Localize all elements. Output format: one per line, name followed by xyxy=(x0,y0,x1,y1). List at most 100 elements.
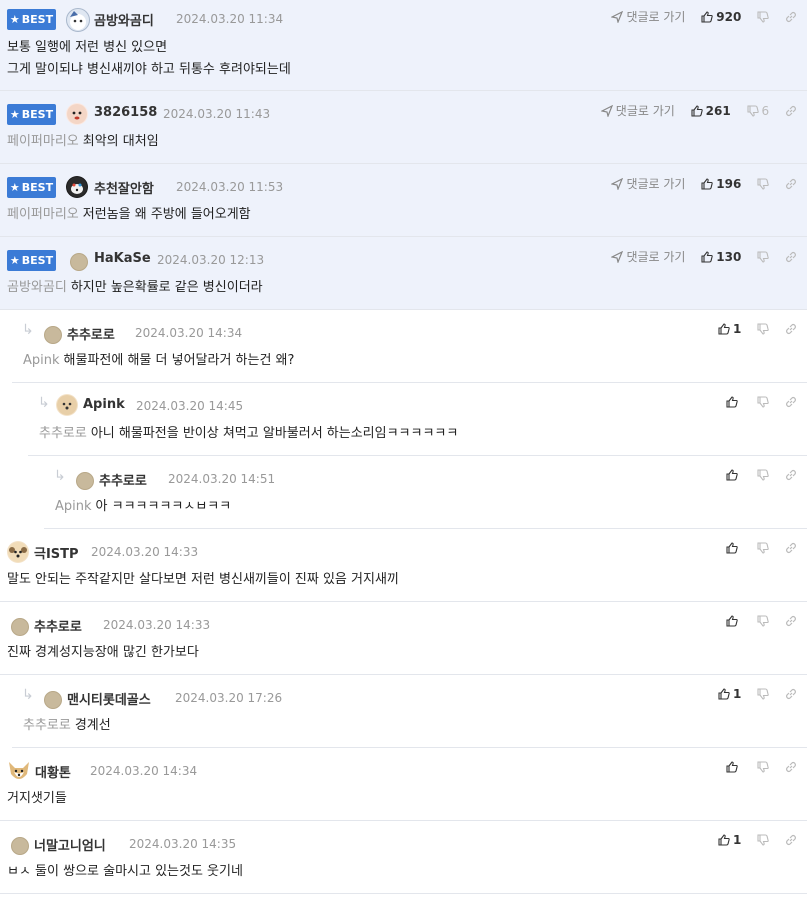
nickname[interactable]: 대황톤 xyxy=(35,762,71,781)
reply-item: ↳ Apink 2024.03.20 14:45 추추로로 아니 해물파전을 반이… xyxy=(28,383,807,456)
mention-nickname[interactable]: 추추로로 xyxy=(39,426,87,441)
like-button[interactable]: 130 xyxy=(701,250,741,264)
comment-item: 추추로로 2024.03.20 14:33 진짜 경계성지능장애 많긴 한가보다 xyxy=(0,602,807,675)
like-button[interactable]: 196 xyxy=(701,177,741,191)
link-icon xyxy=(786,615,796,626)
thumbs-down-icon xyxy=(757,541,769,554)
share-link-button[interactable] xyxy=(785,542,797,554)
dislike-button[interactable]: 6 xyxy=(746,104,769,118)
avatar[interactable] xyxy=(11,837,29,855)
like-button[interactable] xyxy=(726,614,741,627)
reply-item: ↳ 맨시티롯데골스 2024.03.20 17:26 1 추추로로 경계선 xyxy=(12,675,807,748)
thumbs-down-icon xyxy=(757,687,769,700)
like-button[interactable] xyxy=(726,468,741,481)
thumbs-down-icon xyxy=(757,760,769,773)
go-to-reply-link[interactable]: 댓글로 가기 xyxy=(600,102,675,119)
comment-date: 2024.03.20 14:45 xyxy=(136,399,244,413)
share-link-button[interactable] xyxy=(785,761,797,773)
avatar[interactable] xyxy=(11,618,29,636)
thumbs-up-icon xyxy=(726,614,739,627)
nickname[interactable]: 추천잘안함 xyxy=(94,178,154,197)
like-button[interactable]: 1 xyxy=(718,833,741,847)
comment-text: 진짜 경계성지능장애 많긴 한가보다 xyxy=(7,645,199,660)
go-to-reply-link[interactable]: 댓글로 가기 xyxy=(611,8,685,25)
thumbs-up-icon xyxy=(718,322,730,335)
like-button[interactable]: 261 xyxy=(691,104,731,118)
comment-date: 2024.03.20 14:35 xyxy=(129,837,237,851)
thumbs-up-icon xyxy=(701,250,713,263)
star-icon: ★ xyxy=(9,108,20,121)
like-button[interactable] xyxy=(726,541,741,554)
dislike-button[interactable] xyxy=(757,10,769,23)
share-link-button[interactable] xyxy=(785,323,797,335)
dislike-button[interactable] xyxy=(757,395,769,408)
comment-text: 추추로로 아니 해물파전을 반이상 쳐먹고 알바불러서 하는소리임ㅋㅋㅋㅋㅋㅋ xyxy=(39,426,459,441)
dislike-button[interactable] xyxy=(757,833,769,846)
share-link-button[interactable] xyxy=(785,688,797,700)
dislike-button[interactable] xyxy=(757,687,769,700)
avatar[interactable] xyxy=(44,326,62,344)
avatar[interactable] xyxy=(7,541,29,563)
avatar[interactable] xyxy=(76,472,94,490)
share-link-button[interactable] xyxy=(785,469,797,481)
dislike-button[interactable] xyxy=(757,250,769,263)
star-icon: ★ xyxy=(9,13,20,26)
nickname[interactable]: 극ISTP xyxy=(34,543,79,562)
mention-nickname[interactable]: Apink xyxy=(23,353,60,368)
share-link-button[interactable] xyxy=(785,251,797,263)
mention-nickname[interactable]: 페이퍼마리오 xyxy=(7,134,79,149)
mention-nickname[interactable]: 페이퍼마리오 xyxy=(7,207,79,222)
nickname[interactable]: Apink xyxy=(83,397,125,412)
avatar[interactable] xyxy=(44,691,62,709)
share-link-button[interactable] xyxy=(785,178,797,190)
nickname[interactable]: 추추로로 xyxy=(34,616,82,635)
nickname[interactable]: 추추로로 xyxy=(67,324,115,343)
comment-text: 페이퍼마리오 저런놈을 왜 주방에 들어오게함 xyxy=(7,207,251,222)
dislike-button[interactable] xyxy=(757,322,769,335)
share-link-button[interactable] xyxy=(785,396,797,408)
nickname[interactable]: 맨시티롯데골스 xyxy=(67,689,151,708)
mention-nickname[interactable]: 추추로로 xyxy=(23,718,71,733)
comment-item: ★ BEST HaKaSe 2024.03.20 12:13 댓글로 가기 130… xyxy=(0,237,807,310)
reply-arrow-icon: ↳ xyxy=(22,322,34,338)
nickname[interactable]: 추추로로 xyxy=(99,470,147,489)
avatar[interactable] xyxy=(66,176,88,198)
like-button[interactable]: 920 xyxy=(701,10,741,24)
like-button[interactable] xyxy=(726,395,741,408)
share-link-button[interactable] xyxy=(785,11,797,23)
share-link-button[interactable] xyxy=(785,834,797,846)
avatar[interactable] xyxy=(56,394,78,416)
share-link-button[interactable] xyxy=(785,615,797,627)
nickname[interactable]: 너말고니엄니 xyxy=(34,835,106,854)
reply-arrow-icon: ↳ xyxy=(22,687,34,703)
comment-date: 2024.03.20 14:34 xyxy=(90,764,198,778)
nickname[interactable]: HaKaSe xyxy=(94,251,151,266)
thumbs-down-icon xyxy=(757,322,769,335)
nickname[interactable]: 곰방와곰디 xyxy=(94,10,154,29)
avatar[interactable] xyxy=(66,103,88,125)
share-link-button[interactable] xyxy=(785,105,797,117)
dislike-button[interactable] xyxy=(757,468,769,481)
dislike-button[interactable] xyxy=(757,614,769,627)
avatar[interactable] xyxy=(7,760,29,782)
go-to-reply-link[interactable]: 댓글로 가기 xyxy=(611,175,685,192)
thumbs-down-icon xyxy=(757,833,769,846)
avatar[interactable] xyxy=(70,253,88,271)
thumbs-down-icon xyxy=(746,104,759,117)
comment-text: 거지샛기들 xyxy=(7,791,67,806)
avatar[interactable] xyxy=(66,8,90,32)
comment-text: Apink 아 ㅋㅋㅋㅋㅋㅋㅅㅂㅋㅋ xyxy=(55,499,232,514)
dislike-button[interactable] xyxy=(757,541,769,554)
like-button[interactable]: 1 xyxy=(718,687,741,701)
like-button[interactable] xyxy=(726,760,741,773)
dislike-button[interactable] xyxy=(757,177,769,190)
nickname[interactable]: 3826158 xyxy=(94,105,157,120)
comment-date: 2024.03.20 17:26 xyxy=(175,691,283,705)
link-icon xyxy=(786,761,796,772)
go-to-reply-link[interactable]: 댓글로 가기 xyxy=(611,248,685,265)
comment-actions xyxy=(714,759,797,773)
like-button[interactable]: 1 xyxy=(718,322,741,336)
dislike-button[interactable] xyxy=(757,760,769,773)
mention-nickname[interactable]: Apink xyxy=(55,499,92,514)
mention-nickname[interactable]: 곰방와곰디 xyxy=(7,280,67,295)
